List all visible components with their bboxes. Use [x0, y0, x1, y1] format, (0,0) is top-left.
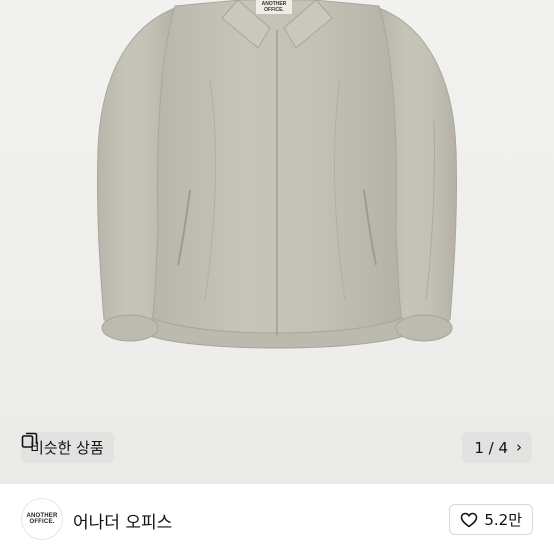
pager-count: 1 / 4 [474, 438, 508, 457]
collar-label-line-2: OFFICE. [264, 7, 284, 13]
image-pager[interactable]: 1 / 4 › [462, 432, 532, 463]
product-image[interactable]: ANOTHER OFFICE. 비슷한 상품 1 / 4 › [0, 0, 554, 484]
seller-name[interactable]: 어나더 오피스 [73, 508, 172, 533]
chevron-right-icon[interactable]: › [516, 440, 522, 455]
heart-outline-icon [461, 512, 478, 527]
similar-products-button[interactable]: 비슷한 상품 [21, 432, 114, 463]
avatar[interactable]: ANOTHER OFFICE. [21, 498, 63, 540]
similar-products-label: 비슷한 상품 [30, 439, 104, 457]
avatar-line-2: OFFICE. [29, 519, 55, 525]
like-count: 5.2만 [484, 511, 522, 529]
jacket-illustration: ANOTHER OFFICE. [96, 0, 458, 349]
similar-items-icon [21, 432, 38, 448]
like-button[interactable]: 5.2만 [449, 504, 533, 535]
